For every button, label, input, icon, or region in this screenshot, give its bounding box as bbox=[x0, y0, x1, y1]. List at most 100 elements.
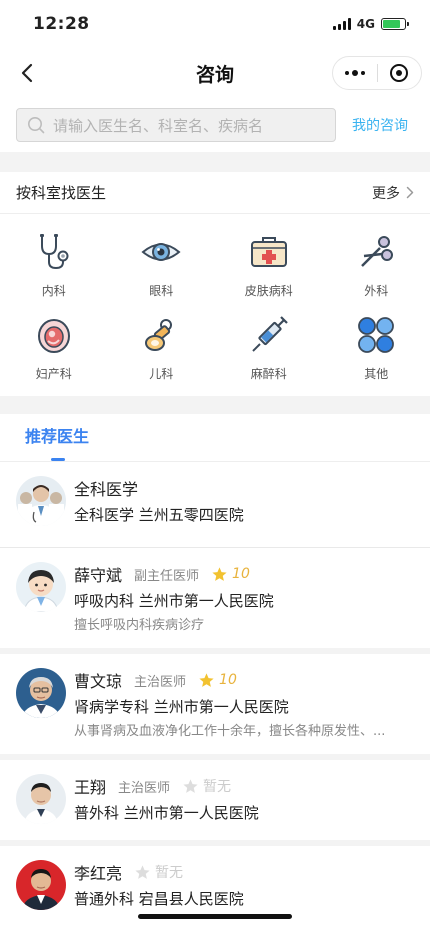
stethoscope-icon bbox=[32, 230, 76, 274]
pregnancy-icon bbox=[32, 313, 76, 357]
rating-value: 10 bbox=[219, 672, 237, 688]
mini-program-capsule bbox=[332, 56, 422, 90]
section-gap bbox=[0, 152, 430, 172]
status-time: 12:28 bbox=[33, 14, 90, 34]
dept-surgery[interactable]: 外科 bbox=[323, 230, 430, 313]
doctor-title: 副主任医师 bbox=[134, 568, 200, 584]
departments-more-link[interactable]: 更多 bbox=[372, 183, 414, 203]
doctor-rating: 暂无 bbox=[134, 862, 183, 882]
search-icon bbox=[28, 117, 45, 134]
signal-icon bbox=[332, 18, 351, 30]
dept-anesthesiology[interactable]: 麻醉科 bbox=[215, 313, 323, 396]
doctor-dept-row: 普外科 兰州市第一人民医院 bbox=[74, 800, 414, 826]
more-label: 更多 bbox=[372, 185, 400, 202]
doctor-hospital: 宕昌县人民医院 bbox=[138, 890, 244, 908]
dept-label: 皮肤病科 bbox=[244, 284, 293, 298]
search-placeholder: 请输入医生名、科室名、疾病名 bbox=[53, 116, 264, 135]
departments-grid: 内科 眼科 皮肤病科 外科 妇产科 儿科 麻醉科 其他 bbox=[0, 214, 430, 396]
doctor-dept-row: 肾病学专科 兰州市第一人民医院 bbox=[74, 694, 414, 720]
star-icon bbox=[199, 672, 214, 687]
doctor-dept-row: 呼吸内科 兰州市第一人民医院 bbox=[74, 588, 414, 614]
battery-icon bbox=[381, 18, 409, 30]
doctor-dept: 呼吸内科 bbox=[74, 592, 135, 610]
doctor-item[interactable]: 薛守斌 副主任医师 10 呼吸内科 兰州市第一人民医院 擅长呼吸内科疾病诊疗 bbox=[0, 548, 430, 654]
network-label: 4G bbox=[356, 17, 375, 31]
doctor-title: 主治医师 bbox=[134, 674, 187, 690]
doctor-hospital: 兰州市第一人民医院 bbox=[123, 804, 259, 822]
avatar bbox=[16, 774, 66, 824]
doctor-name-row: 王翔 主治医师 暂无 bbox=[74, 772, 414, 800]
doctor-name: 薛守斌 bbox=[74, 566, 123, 585]
doctor-rating: 暂无 bbox=[182, 776, 231, 796]
doctor-rating: 10 bbox=[198, 672, 237, 689]
doctor-dept: 普外科 bbox=[74, 804, 120, 822]
doctor-info: 王翔 主治医师 暂无 普外科 兰州市第一人民医院 bbox=[74, 760, 414, 840]
my-consult-link[interactable]: 我的咨询 bbox=[352, 115, 408, 135]
doctor-dept-row: 普通外科 宕昌县人民医院 bbox=[74, 886, 414, 912]
doctor-hospital: 兰州五零四医院 bbox=[138, 506, 244, 524]
dept-other[interactable]: 其他 bbox=[323, 313, 430, 396]
page-title: 咨询 bbox=[195, 63, 234, 86]
doctor-info: 全科医学 全科医学 兰州五零四医院 bbox=[74, 462, 414, 547]
close-program-button[interactable] bbox=[378, 64, 422, 82]
dept-label: 外科 bbox=[364, 284, 389, 298]
avatar bbox=[16, 476, 66, 526]
search-row: 请输入医生名、科室名、疾病名 我的咨询 bbox=[0, 98, 430, 152]
departments-title: 按科室找医生 bbox=[16, 184, 107, 202]
avatar bbox=[16, 860, 66, 910]
doctor-name: 李红亮 bbox=[74, 864, 123, 883]
star-icon bbox=[183, 778, 198, 793]
doctor-item[interactable]: 王翔 主治医师 暂无 普外科 兰州市第一人民医院 bbox=[0, 760, 430, 846]
rating-value: 10 bbox=[232, 566, 250, 582]
target-icon bbox=[390, 64, 409, 82]
tab-recommended-doctors[interactable]: 推荐医生 bbox=[25, 423, 89, 461]
syringe-icon bbox=[247, 313, 291, 357]
nav-bar: 咨询 bbox=[0, 48, 430, 98]
dept-internal-medicine[interactable]: 内科 bbox=[0, 230, 108, 313]
doctor-name-row: 曹文琼 主治医师 10 bbox=[74, 666, 414, 694]
rating-value: 暂无 bbox=[155, 865, 184, 881]
doctor-dept: 肾病学专科 bbox=[74, 698, 150, 716]
doctor-dept-row: 全科医学 兰州五零四医院 bbox=[74, 502, 414, 528]
doctor-list: 全科医学 全科医学 兰州五零四医院 薛守斌 副主任医师 10 呼吸内科 兰州市第… bbox=[0, 462, 430, 930]
doctor-info: 曹文琼 主治医师 10 肾病学专科 兰州市第一人民医院 从事肾病及血液净化工作十… bbox=[74, 654, 414, 754]
star-icon bbox=[135, 864, 150, 879]
doctor-name-row: 李红亮 暂无 bbox=[74, 858, 414, 886]
departments-header: 按科室找医生 更多 bbox=[0, 172, 430, 214]
rating-value: 暂无 bbox=[203, 779, 232, 795]
scissors-icon bbox=[354, 230, 398, 274]
pacifier-icon bbox=[139, 313, 183, 357]
section-gap bbox=[0, 396, 430, 414]
more-menu-button[interactable] bbox=[333, 70, 377, 76]
doctor-item[interactable]: 曹文琼 主治医师 10 肾病学专科 兰州市第一人民医院 从事肾病及血液净化工作十… bbox=[0, 654, 430, 760]
doctor-hospital: 兰州市第一人民医院 bbox=[138, 592, 274, 610]
dept-label: 儿科 bbox=[149, 367, 174, 381]
dept-obstetrics[interactable]: 妇产科 bbox=[0, 313, 108, 396]
avatar bbox=[16, 668, 66, 718]
search-input[interactable]: 请输入医生名、科室名、疾病名 bbox=[16, 108, 336, 142]
dept-pediatrics[interactable]: 儿科 bbox=[108, 313, 216, 396]
doctor-name: 王翔 bbox=[74, 778, 107, 797]
dept-label: 麻醉科 bbox=[250, 367, 287, 381]
star-icon bbox=[212, 566, 227, 581]
doctor-name: 全科医学 bbox=[74, 480, 139, 499]
status-icons: 4G bbox=[332, 17, 409, 31]
chevron-left-icon bbox=[21, 63, 33, 83]
doctor-dept: 普通外科 bbox=[74, 890, 135, 908]
doctor-desc: 从事肾病及血液净化工作十余年，擅长各种原发性、... bbox=[74, 724, 386, 739]
home-indicator bbox=[138, 914, 292, 919]
doctor-name-row: 薛守斌 副主任医师 10 bbox=[74, 560, 414, 588]
doctor-desc: 擅长呼吸内科疾病诊疗 bbox=[74, 618, 205, 633]
dept-label: 内科 bbox=[41, 284, 66, 298]
doctor-name: 曹文琼 bbox=[74, 672, 123, 691]
dept-label: 妇产科 bbox=[35, 367, 72, 381]
dept-ophthalmology[interactable]: 眼科 bbox=[108, 230, 216, 313]
back-button[interactable] bbox=[14, 60, 40, 86]
doctor-item[interactable]: 全科医学 全科医学 兰州五零四医院 bbox=[0, 462, 430, 548]
doctor-hospital: 兰州市第一人民医院 bbox=[153, 698, 289, 716]
dept-label: 其他 bbox=[364, 367, 389, 381]
doctor-rating: 10 bbox=[211, 566, 250, 583]
medical-kit-icon bbox=[247, 230, 291, 274]
dept-dermatology[interactable]: 皮肤病科 bbox=[215, 230, 323, 313]
recommend-header: 推荐医生 bbox=[0, 414, 430, 462]
